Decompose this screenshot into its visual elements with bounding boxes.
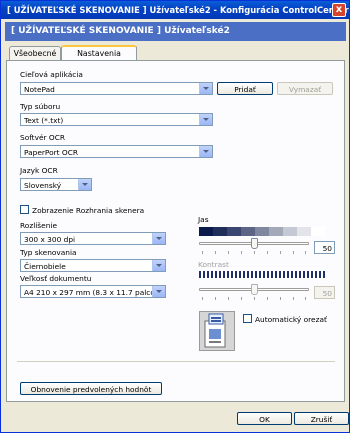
brightness-slider-thumb[interactable] [250, 238, 258, 249]
title-bar: [ UŽÍVATEĽSKÉ SKENOVANIE ] Užívateľské2 … [1, 1, 349, 19]
tab-general[interactable]: Všeobecné [9, 46, 61, 60]
file-type-label: Typ súboru [20, 102, 61, 111]
delete-button[interactable]: Vymazať [277, 82, 333, 95]
contrast-ticks [202, 297, 306, 300]
target-app-value: NotePad [24, 85, 55, 94]
resolution-value: 300 x 300 dpi [24, 235, 76, 244]
ok-button[interactable]: OK [237, 412, 292, 425]
chevron-down-icon[interactable] [199, 146, 212, 157]
cancel-button[interactable]: Zrušiť [294, 412, 349, 425]
scanner-interface-checkbox[interactable] [20, 205, 29, 214]
contrast-slider-thumb[interactable] [250, 284, 258, 295]
chevron-down-icon[interactable] [152, 286, 165, 297]
tab-settings[interactable]: Nastavenia [61, 45, 137, 60]
divider [17, 361, 335, 362]
brightness-label: Jas [198, 215, 209, 224]
ocr-software-select[interactable]: PaperPort OCR [20, 145, 213, 158]
chevron-down-icon[interactable] [199, 83, 212, 94]
scan-type-select[interactable]: Čiernobiele [20, 259, 166, 272]
resolution-label: Rozlíšenie [20, 221, 57, 230]
chevron-down-icon[interactable] [78, 179, 91, 190]
target-app-label: Cieľová aplikácia [20, 70, 83, 79]
dialog-header: [ UŽÍVATEĽSKÉ SKENOVANIE ] Užívateľské2 [5, 22, 346, 41]
chevron-down-icon[interactable] [152, 260, 165, 271]
file-type-value: Text (*.txt) [24, 116, 64, 125]
window-title: [ UŽÍVATEĽSKÉ SKENOVANIE ] Užívateľské2 … [7, 5, 349, 15]
add-button[interactable]: Pridať [217, 82, 273, 95]
ocr-language-value: Slovenský [24, 181, 62, 190]
document-scanner-svg [199, 311, 235, 351]
brightness-gradient-svg [199, 227, 325, 236]
auto-crop-label: Automatický orezať [255, 315, 327, 324]
scanner-interface-label: Zobrazenie Rozhrania skenera [32, 206, 145, 215]
contrast-pattern [199, 271, 325, 278]
ocr-language-label: Jazyk OCR [20, 166, 58, 175]
contrast-label: Kontrast [198, 260, 229, 269]
brightness-value-field[interactable]: 50 [314, 241, 335, 254]
tab-general-label: Všeobecné [13, 49, 57, 58]
brightness-gradient [199, 227, 325, 236]
ocr-software-label: Softvér OCR [20, 133, 66, 142]
tab-settings-label: Nastavenia [77, 49, 121, 58]
settings-panel: Cieľová aplikácia NotePad Pridať Vymazať… [6, 60, 345, 402]
restore-defaults-button[interactable]: Obnovenie predvolených hodnôt [20, 382, 162, 395]
ocr-language-select[interactable]: Slovenský [20, 178, 92, 191]
file-type-select[interactable]: Text (*.txt) [20, 113, 213, 126]
document-size-select[interactable]: A4 210 x 297 mm (8.3 x 11.7 palcov) [20, 285, 166, 298]
config-window: [ UŽÍVATEĽSKÉ SKENOVANIE ] Užívateľské2 … [0, 0, 350, 433]
brightness-ticks [202, 251, 306, 254]
document-size-value: A4 210 x 297 mm (8.3 x 11.7 palcov) [24, 288, 163, 297]
target-app-select[interactable]: NotePad [20, 82, 213, 95]
document-size-label: Veľkosť dokumentu [20, 274, 92, 283]
auto-crop-checkbox[interactable] [243, 314, 252, 323]
close-button[interactable]: x [332, 3, 346, 17]
header-title: [ UŽÍVATEĽSKÉ SKENOVANIE ] Užívateľské2 [11, 26, 230, 36]
document-scanner-icon [199, 311, 235, 351]
chevron-down-icon[interactable] [152, 233, 165, 244]
chevron-down-icon[interactable] [199, 114, 212, 125]
scan-type-label: Typ skenovania [20, 248, 77, 257]
resolution-select[interactable]: 300 x 300 dpi [20, 232, 166, 245]
contrast-value-field[interactable]: 50 [314, 286, 335, 299]
scan-type-value: Čiernobiele [24, 262, 66, 271]
ocr-software-value: PaperPort OCR [24, 148, 79, 157]
